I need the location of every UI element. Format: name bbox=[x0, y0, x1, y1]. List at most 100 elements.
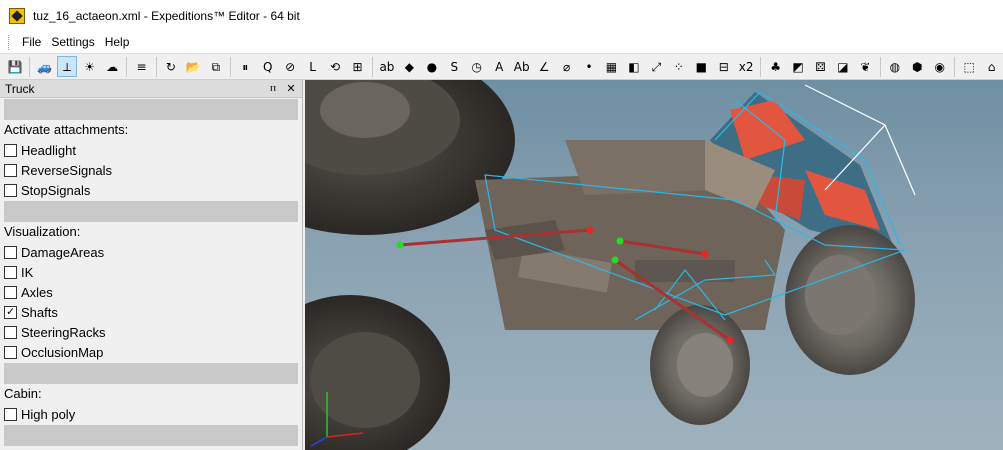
3d-viewport[interactable] bbox=[305, 80, 1003, 450]
panel-spacer bbox=[4, 425, 298, 446]
close-icon[interactable]: ✕ bbox=[284, 82, 298, 95]
section-title: Cabin: bbox=[4, 386, 42, 401]
panel-title: Truck bbox=[5, 81, 35, 96]
checkbox-row-steeringracks[interactable]: SteeringRacks bbox=[0, 322, 302, 342]
checkbox[interactable] bbox=[4, 325, 17, 339]
checkbox[interactable] bbox=[4, 265, 17, 279]
checkbox-label: DamageAreas bbox=[21, 244, 105, 260]
panel-spacer bbox=[4, 201, 298, 222]
scatter-icon[interactable]: ⁘ bbox=[669, 56, 689, 77]
checkbox-row-ik[interactable]: IK bbox=[0, 262, 302, 282]
title-bar: tuz_16_actaeon.xml - Expeditions™ Editor… bbox=[0, 0, 1003, 32]
light-icon[interactable]: • bbox=[579, 56, 599, 77]
axes-icon[interactable]: ⟂ bbox=[56, 56, 78, 77]
panel-spacer bbox=[4, 363, 298, 384]
checkbox-label: Headlight bbox=[21, 142, 76, 158]
checkbox-row-headlight[interactable]: Headlight bbox=[0, 140, 302, 160]
palette-icon[interactable]: ▦ bbox=[601, 56, 621, 77]
home-icon[interactable]: ⌂ bbox=[981, 56, 1001, 77]
menu-settings[interactable]: Settings bbox=[46, 33, 99, 52]
cube-icon[interactable]: ◧ bbox=[624, 56, 644, 77]
section-title: Visualization: bbox=[4, 224, 81, 239]
selection-icon[interactable]: ⬚ bbox=[959, 56, 979, 77]
cloud-icon[interactable]: ☁ bbox=[102, 56, 122, 77]
reload-icon[interactable]: ↻ bbox=[161, 56, 181, 77]
red-square-icon[interactable]: ■ bbox=[691, 56, 711, 77]
angle-icon[interactable]: L bbox=[302, 56, 322, 77]
box-icon[interactable]: ⬢ bbox=[907, 56, 927, 77]
lower-wheel bbox=[650, 305, 750, 425]
graph-icon[interactable]: ⤢ bbox=[646, 56, 666, 77]
font-ab-icon[interactable]: Ab bbox=[511, 56, 531, 77]
section-title: Activate attachments: bbox=[4, 122, 129, 137]
checkbox[interactable] bbox=[4, 163, 17, 177]
brush-icon[interactable]: ◩ bbox=[788, 56, 808, 77]
checkbox-row-damageareas[interactable]: DamageAreas bbox=[0, 242, 302, 262]
measure-angle-icon[interactable]: ∠ bbox=[534, 56, 554, 77]
checkbox-label: Shafts bbox=[21, 304, 58, 320]
checkbox-row-high-poly[interactable]: High poly bbox=[0, 404, 302, 424]
toolbar: 💾 🚙 ⟂ ☀ ☁ ≡ ↻ 📂 ⧉ ⏸ Q ⊘ L ⟲ ⊞ ab ◆ ● S ◷ A Ab ∠ ⌀ • ▦ ◧ ⤢ ⁘ ■ ⊟ x2 ♣ ◩ ⚄ ◪ ❦… bbox=[0, 53, 1003, 80]
checkbox-row-shafts[interactable]: Shafts bbox=[0, 302, 302, 322]
checkbox-label: High poly bbox=[21, 406, 76, 422]
checkbox-row-stopsignals[interactable]: StopSignals bbox=[0, 180, 302, 200]
toolbar-separator bbox=[760, 56, 762, 77]
truck-panel: Truck ⲡ ✕ Activate attachments: Headlight… bbox=[0, 80, 303, 450]
toolbar-separator bbox=[230, 56, 232, 77]
checkbox[interactable] bbox=[4, 285, 17, 299]
water-icon[interactable]: ◪ bbox=[833, 56, 853, 77]
checkbox-label: IK bbox=[21, 264, 34, 280]
checkbox[interactable] bbox=[4, 407, 17, 421]
zoom-icon[interactable]: Q bbox=[257, 56, 277, 77]
font-a-icon[interactable]: A bbox=[489, 56, 509, 77]
stopwatch-icon[interactable]: ◷ bbox=[467, 56, 487, 77]
record-icon[interactable]: ● bbox=[422, 56, 442, 77]
curve-icon[interactable]: S bbox=[444, 56, 464, 77]
mask-icon[interactable]: ◆ bbox=[399, 56, 419, 77]
bush-icon[interactable]: ♣ bbox=[765, 56, 785, 77]
window-title: tuz_16_actaeon.xml - Expeditions™ Editor… bbox=[33, 9, 300, 23]
checkbox-row-occlusionmap[interactable]: OcclusionMap bbox=[0, 342, 302, 362]
truck-render bbox=[305, 80, 916, 450]
copy-icon[interactable]: ⧉ bbox=[206, 56, 226, 77]
checkbox-label: OcclusionMap bbox=[21, 344, 104, 360]
globe-icon[interactable]: ◍ bbox=[885, 56, 905, 77]
checkbox[interactable] bbox=[4, 245, 17, 259]
checkbox-label: Axles bbox=[21, 284, 53, 300]
toolbar-separator bbox=[29, 56, 31, 77]
rotate-icon[interactable]: ⟲ bbox=[325, 56, 345, 77]
checkbox-label: StopSignals bbox=[21, 182, 91, 198]
checkbox[interactable] bbox=[4, 183, 17, 197]
front-wheel bbox=[785, 225, 915, 375]
checkbox[interactable] bbox=[4, 305, 17, 319]
grid-icon[interactable]: ⊟ bbox=[714, 56, 734, 77]
menu-file[interactable]: File bbox=[17, 33, 46, 52]
menu-help[interactable]: Help bbox=[100, 33, 135, 52]
camera-icon[interactable]: ◉ bbox=[930, 56, 950, 77]
panel-spacer bbox=[4, 99, 298, 120]
checkbox[interactable] bbox=[4, 143, 17, 157]
text-sample-icon[interactable]: ab bbox=[377, 56, 397, 77]
menu-grip bbox=[8, 35, 11, 50]
tape-icon[interactable]: ⌀ bbox=[556, 56, 576, 77]
toolbar-separator bbox=[155, 56, 157, 77]
dice-icon[interactable]: ⚄ bbox=[810, 56, 830, 77]
leaf-icon[interactable]: ❦ bbox=[855, 56, 875, 77]
text-align-icon[interactable]: ≡ bbox=[131, 56, 151, 77]
ruler-icon[interactable]: ⊘ bbox=[280, 56, 300, 77]
checkbox-row-reversesignals[interactable]: ReverseSignals bbox=[0, 160, 302, 180]
toolbar-separator bbox=[126, 56, 128, 77]
save-icon[interactable]: 💾 bbox=[5, 56, 25, 77]
sun-cloud-icon[interactable]: ☀ bbox=[79, 56, 99, 77]
panel-header: Truck ⲡ ✕ bbox=[0, 80, 302, 98]
checkbox[interactable] bbox=[4, 345, 17, 359]
x2-icon[interactable]: x2 bbox=[736, 56, 756, 77]
nodes-icon[interactable]: ⊞ bbox=[347, 56, 367, 77]
pin-icon[interactable]: ⲡ bbox=[266, 82, 280, 95]
checkbox-row-axles[interactable]: Axles bbox=[0, 282, 302, 302]
open-folder-icon[interactable]: 📂 bbox=[183, 56, 203, 77]
truck-icon[interactable]: 🚙 bbox=[34, 56, 54, 77]
menu-bar: File Settings Help bbox=[0, 32, 1003, 53]
pause-icon[interactable]: ⏸ bbox=[235, 56, 255, 77]
app-icon bbox=[9, 8, 25, 24]
